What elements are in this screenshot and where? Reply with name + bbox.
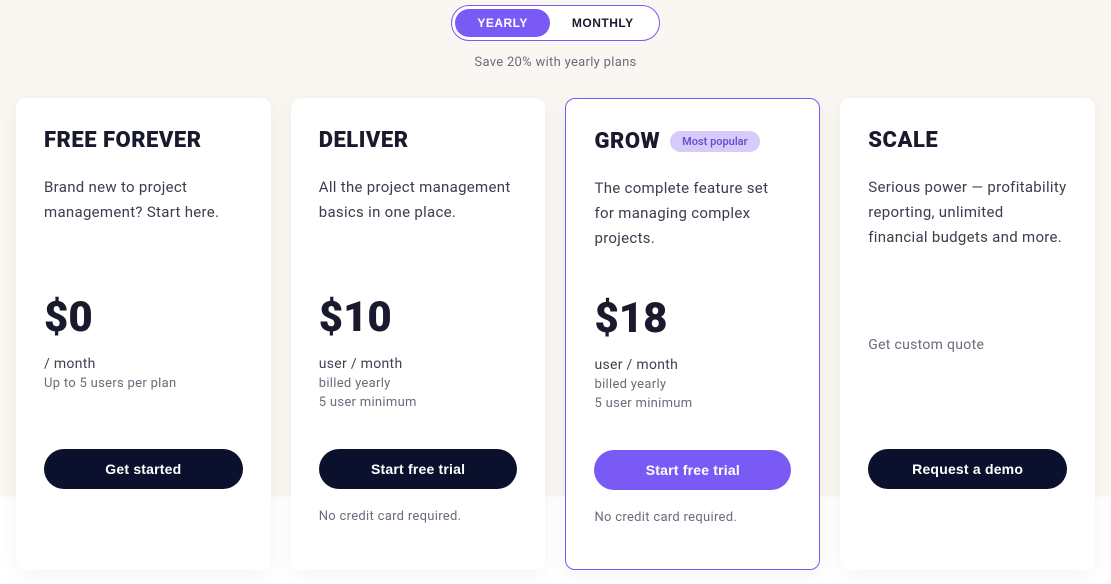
billing-toggle: YEARLY MONTHLY — [451, 5, 659, 41]
cta-subtext: No credit card required. — [319, 509, 518, 524]
plan-title: Deliver — [319, 128, 409, 153]
plan-description: The complete feature set for managing co… — [594, 176, 791, 254]
plan-title: Grow — [594, 129, 660, 154]
plan-price-subtitle: / month — [44, 356, 243, 372]
plan-price-detail: Up to 5 users per plan — [44, 376, 243, 391]
request-demo-button[interactable]: Request a demo — [868, 449, 1067, 489]
start-free-trial-button[interactable]: Start free trial — [594, 450, 791, 490]
plan-price-subtitle: user / month — [594, 357, 791, 373]
toggle-yearly[interactable]: YEARLY — [455, 9, 550, 37]
savings-hint: Save 20% with yearly plans — [0, 55, 1111, 70]
plan-card-free-forever: Free Forever Brand new to project manage… — [16, 98, 271, 570]
plan-price-detail: 5 user minimum — [594, 396, 791, 411]
plan-price-detail: billed yearly — [319, 376, 518, 391]
plan-title: Free Forever — [44, 128, 202, 153]
plan-price: $10 — [319, 293, 518, 342]
plan-price-subtitle: user / month — [319, 356, 518, 372]
plan-card-deliver: Deliver All the project management basic… — [291, 98, 546, 570]
plan-card-grow: Grow Most popular The complete feature s… — [565, 98, 820, 570]
plan-price-detail: 5 user minimum — [319, 395, 518, 410]
billing-toggle-wrap: YEARLY MONTHLY — [0, 0, 1111, 41]
most-popular-badge: Most popular — [670, 131, 759, 152]
plan-price: $18 — [594, 294, 791, 343]
plan-price: $0 — [44, 293, 243, 342]
plan-description: Brand new to project management? Start h… — [44, 175, 243, 253]
cta-subtext: No credit card required. — [594, 510, 791, 525]
get-started-button[interactable]: Get started — [44, 449, 243, 489]
plan-price-detail: billed yearly — [594, 377, 791, 392]
plan-description: Serious power — profitability reporting,… — [868, 175, 1067, 253]
plan-card-scale: Scale Serious power — profitability repo… — [840, 98, 1095, 570]
plan-title: Scale — [868, 128, 938, 153]
custom-quote-text: Get custom quote — [868, 337, 1067, 353]
toggle-monthly[interactable]: MONTHLY — [550, 9, 656, 37]
pricing-cards: Free Forever Brand new to project manage… — [0, 70, 1111, 570]
start-free-trial-button[interactable]: Start free trial — [319, 449, 518, 489]
plan-description: All the project management basics in one… — [319, 175, 518, 253]
